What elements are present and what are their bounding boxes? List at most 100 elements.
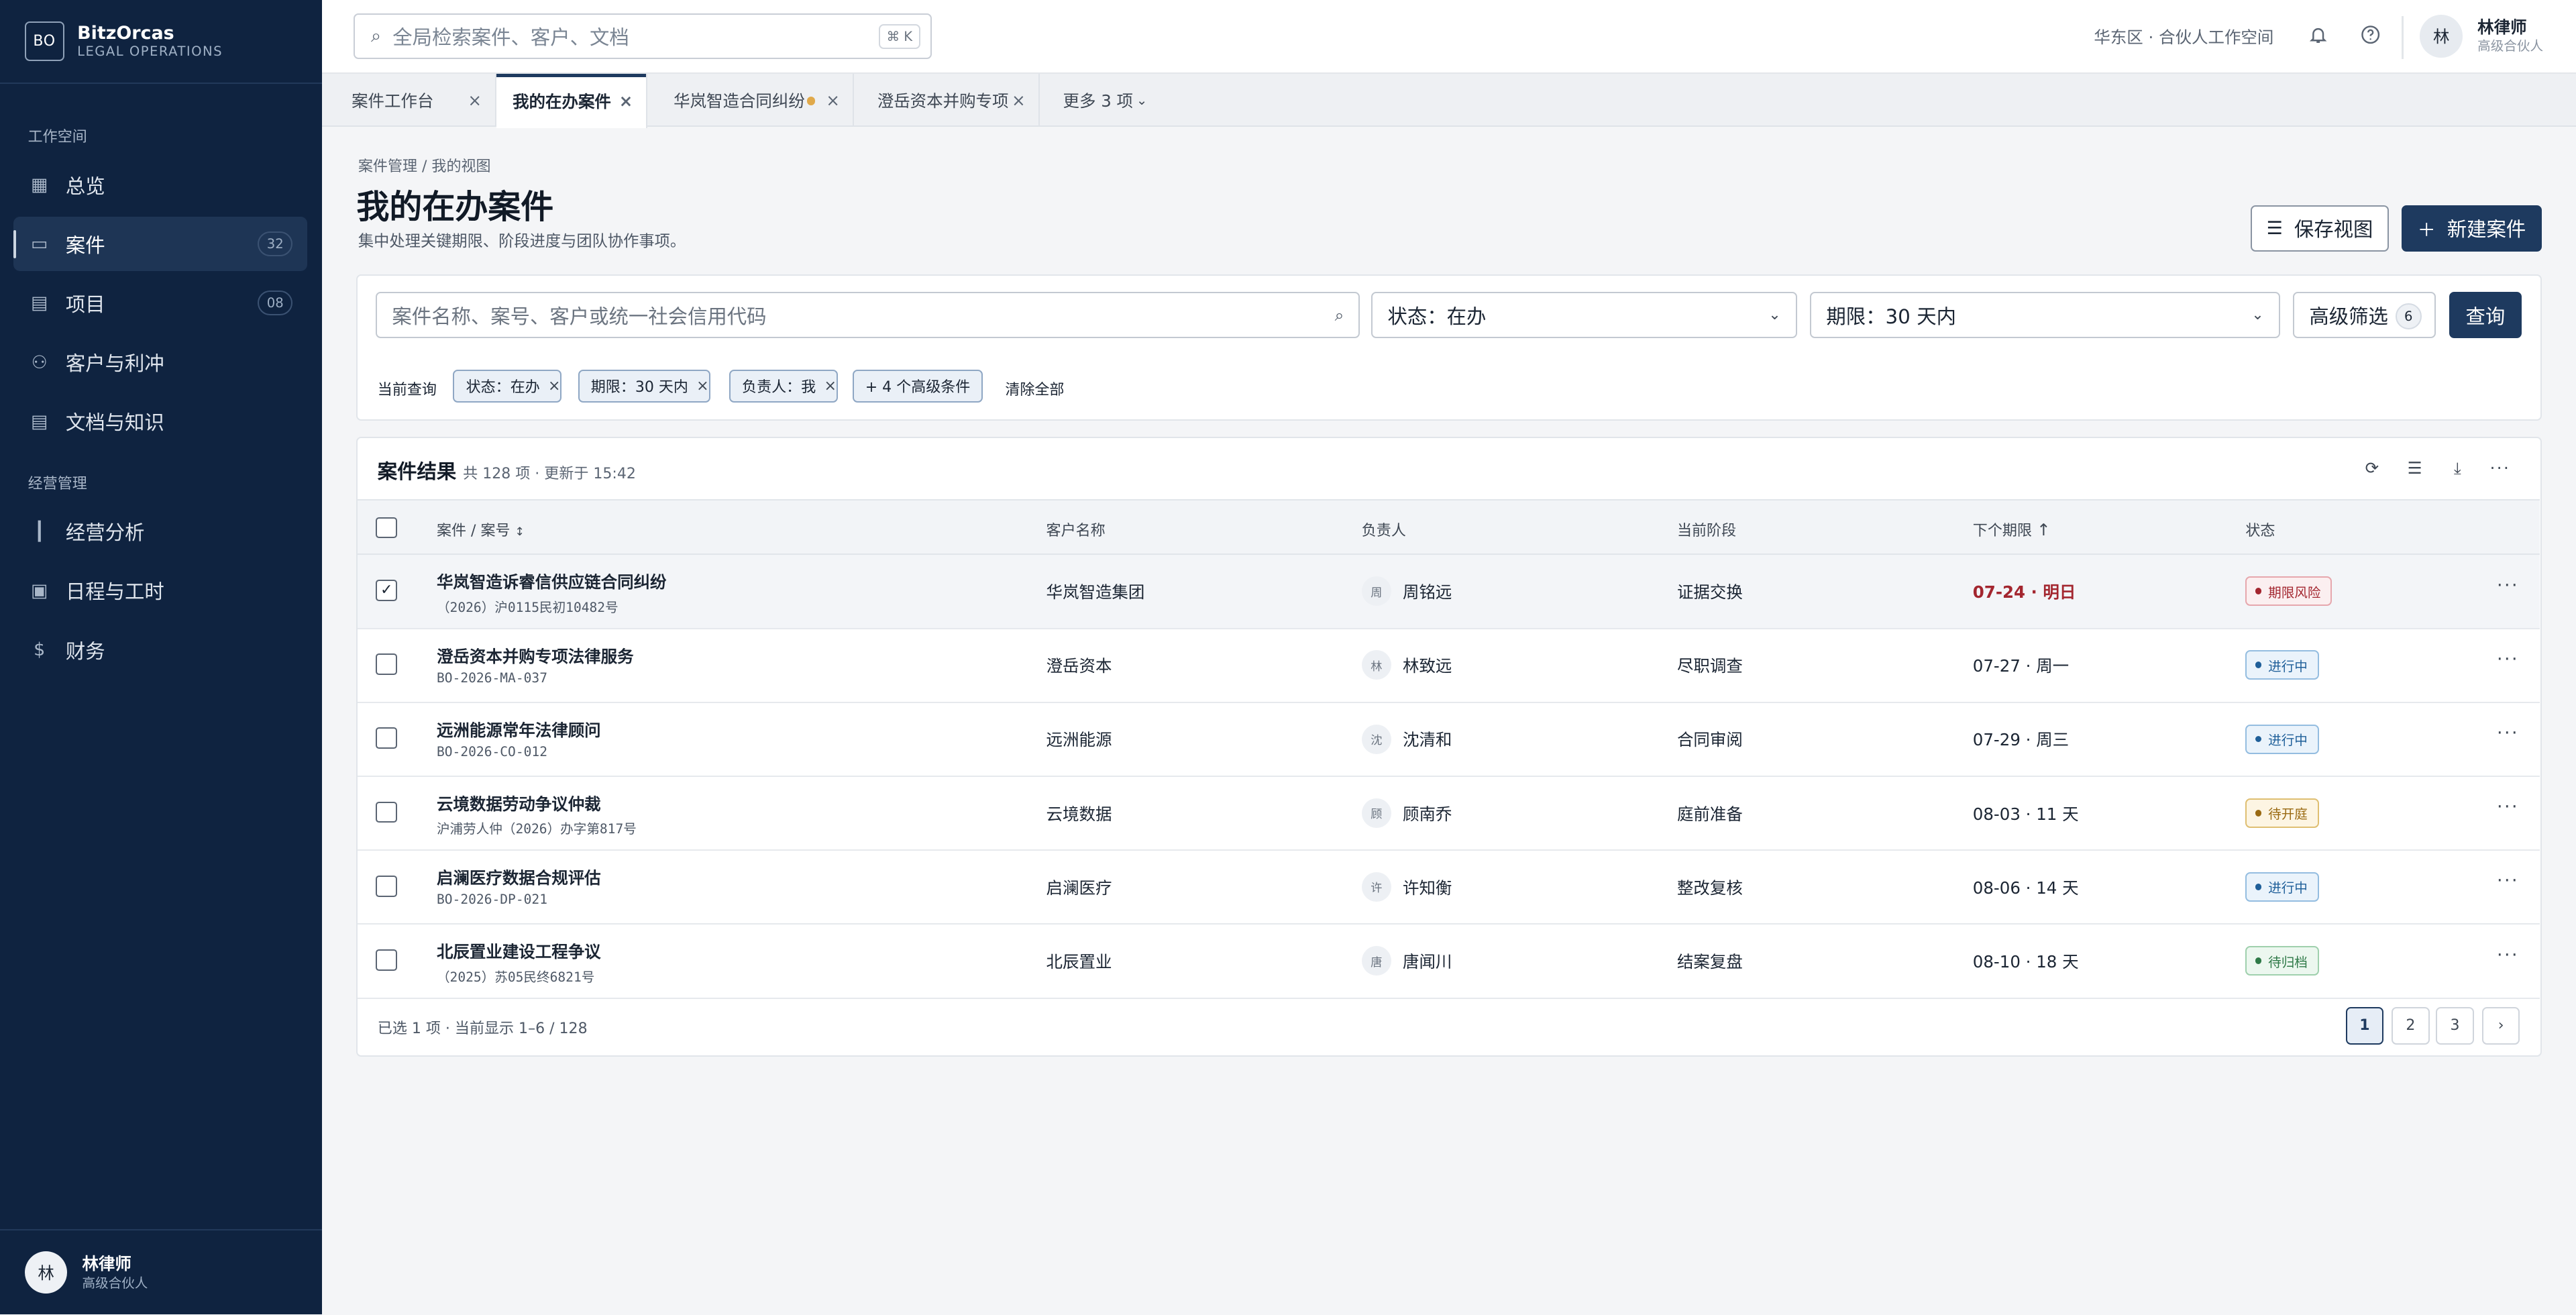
tab-case-workbench[interactable]: 案件工作台 × [322, 74, 496, 127]
brand-name: BitzOrcas [77, 22, 174, 44]
case-number: 沪浦劳人仲（2026）办字第817号 [436, 821, 637, 837]
select-all-checkbox[interactable] [376, 517, 398, 539]
close-icon[interactable]: × [826, 91, 840, 110]
owner-name: 唐闻川 [1402, 952, 1452, 972]
case-name[interactable]: 华岚智造诉睿信供应链合同纠纷 [437, 570, 667, 593]
table-row[interactable]: 启澜医疗数据合规评估 BO-2026-DP-021 启澜医疗 许许知衡 整改复核 08-0… [358, 851, 2540, 925]
refresh-icon[interactable]: ⟳ [2361, 456, 2383, 479]
sidebar-item-1-0[interactable]: ┃ 经营分析 [13, 505, 307, 559]
close-icon[interactable]: × [468, 91, 482, 110]
avatar: 林 [1361, 650, 1391, 680]
next-deadline: 07-27 · 周一 [1972, 656, 2070, 676]
status-label: 待归档 [2268, 954, 2308, 970]
tab-hualan-dispute[interactable]: 华岚智造合同纠纷 × [647, 74, 855, 127]
row-checkbox[interactable] [376, 727, 398, 749]
tab-more[interactable]: 更多 3 项 ⌄ [1040, 74, 1155, 126]
brand[interactable]: BO BitzOrcas LEGAL OPERATIONS [0, 0, 322, 84]
table-row[interactable]: 云境数据劳动争议仲裁 沪浦劳人仲（2026）办字第817号 云境数据 顾顾南乔 庭前准备… [358, 777, 2540, 851]
case-search-input[interactable]: 案件名称、案号、客户或统一社会信用代码 ⌕ [376, 292, 1360, 339]
table-row[interactable]: ✓ 华岚智造诉睿信供应链合同纠纷 （2026）沪0115民初10482号 华岚智造集团… [358, 555, 2540, 629]
query-button[interactable]: 查询 [2449, 292, 2522, 339]
sidebar-item-0-1[interactable]: ▭ 案件 32 [13, 217, 307, 272]
global-search-input[interactable]: ⌕ 全局检索案件、客户、文档 ⌘ K [353, 13, 932, 60]
column-case[interactable]: 案件 / 案号 ↕ [437, 519, 525, 540]
results-meta: 共 128 项 · 更新于 15:42 [463, 465, 636, 482]
case-name[interactable]: 远洲能源常年法律顾问 [437, 718, 601, 741]
next-page-icon[interactable]: › [2481, 1006, 2520, 1045]
unsaved-dot [806, 97, 816, 105]
sidebar: BO BitzOrcas LEGAL OPERATIONS 工作空间 ▦ 总览 ▭ 案件… [0, 0, 322, 1315]
new-case-button[interactable]: ＋ 新建案件 [2402, 205, 2542, 252]
column-client[interactable]: 客户名称 [1046, 519, 1106, 540]
status-label: 进行中 [2268, 658, 2308, 674]
bar-chart-icon: ┃ [34, 521, 45, 542]
tab-my-active-cases[interactable]: 我的在办案件 × [496, 74, 647, 129]
tab-chengyue-ma[interactable]: 澄岳资本并购专项 × [854, 74, 1040, 127]
status-dot [2255, 735, 2262, 743]
row-checkbox[interactable]: ✓ [376, 580, 398, 601]
sidebar-item-0-3[interactable]: ⚇ 客户与利冲 [13, 335, 307, 390]
case-name[interactable]: 启澜医疗数据合规评估 [437, 865, 601, 889]
owner-name: 林致远 [1402, 656, 1452, 676]
case-name[interactable]: 澄岳资本并购专项法律服务 [437, 644, 634, 668]
global-search-placeholder: 全局检索案件、客户、文档 [392, 25, 629, 49]
results-panel: 案件结果 共 128 项 · 更新于 15:42 ⟳ ☰ ⤓ ··· 案件 / … [356, 437, 2542, 1057]
client-name: 澄岳资本 [1046, 656, 1112, 676]
row-more-icon[interactable]: ··· [2497, 649, 2519, 670]
page-button-2[interactable]: 2 [2392, 1006, 2430, 1045]
calendar-icon: ▣ [31, 580, 48, 601]
column-owner[interactable]: 负责人 [1362, 519, 1406, 540]
row-checkbox[interactable] [376, 801, 398, 823]
row-more-icon[interactable]: ··· [2497, 945, 2519, 965]
close-icon[interactable]: × [696, 378, 708, 394]
row-checkbox[interactable] [376, 875, 398, 897]
deadline-select[interactable]: 期限：30 天内 ⌄ [1810, 292, 2280, 339]
download-icon[interactable]: ⤓ [2446, 456, 2469, 479]
page-button-3[interactable]: 3 [2436, 1006, 2474, 1045]
close-icon[interactable]: × [619, 91, 633, 111]
user-menu[interactable]: 林 林律师 高级合伙人 [2420, 15, 2543, 58]
page-button-1[interactable]: 1 [2345, 1006, 2384, 1045]
close-icon[interactable]: × [824, 378, 836, 394]
filter-chip-status[interactable]: 状态：在办 × [453, 369, 562, 403]
case-name[interactable]: 云境数据劳动争议仲裁 [437, 792, 601, 815]
help-icon[interactable] [2357, 21, 2383, 48]
row-checkbox[interactable] [376, 653, 398, 676]
sliders-icon[interactable]: ☰ [2403, 456, 2426, 479]
column-status[interactable]: 状态 [2245, 519, 2275, 540]
status-select[interactable]: 状态：在办 ⌄ [1371, 292, 1797, 339]
sidebar-item-0-2[interactable]: ▤ 项目 08 [13, 276, 307, 330]
row-more-icon[interactable]: ··· [2497, 723, 2519, 743]
filter-chip-advanced[interactable]: + 4 个高级条件 [852, 369, 983, 403]
filter-chip-owner[interactable]: 负责人：我 × [729, 369, 838, 403]
clear-all-link[interactable]: 清除全部 [1005, 378, 1064, 399]
case-name[interactable]: 北辰置业建设工程争议 [437, 939, 601, 963]
sidebar-item-1-1[interactable]: ▣ 日程与工时 [13, 564, 307, 618]
table-row[interactable]: 远洲能源常年法律顾问 BO-2026-CO-012 远洲能源 沈沈清和 合同审阅 07-2… [358, 703, 2540, 777]
column-stage[interactable]: 当前阶段 [1677, 519, 1736, 540]
row-more-icon[interactable]: ··· [2497, 575, 2519, 596]
close-icon[interactable]: × [548, 378, 560, 394]
row-checkbox[interactable] [376, 949, 398, 971]
case-number: BO-2026-DP-021 [436, 892, 547, 908]
table-row[interactable]: 北辰置业建设工程争议 （2025）苏05民终6821号 北辰置业 唐唐闻川 结案复盘 08… [358, 925, 2540, 999]
close-icon[interactable]: × [1012, 91, 1026, 110]
sidebar-item-0-0[interactable]: ▦ 总览 [13, 158, 307, 212]
save-view-button[interactable]: ☰ 保存视图 [2251, 205, 2389, 252]
currency-icon: $ [34, 639, 46, 661]
table-row[interactable]: 澄岳资本并购专项法律服务 BO-2026-MA-037 澄岳资本 林林致远 尽职调查 07… [358, 629, 2540, 703]
page-title: 我的在办案件 [356, 188, 554, 227]
sidebar-user[interactable]: 林 林律师 高级合伙人 [0, 1228, 322, 1314]
advanced-filter-button[interactable]: 高级筛选 6 [2293, 292, 2436, 339]
more-icon[interactable]: ··· [2489, 456, 2512, 479]
column-deadline[interactable]: 下个期限 ↑ [1973, 519, 2051, 540]
sidebar-item-0-4[interactable]: ▤ 文档与知识 [13, 394, 307, 449]
row-more-icon[interactable]: ··· [2497, 796, 2519, 817]
row-more-icon[interactable]: ··· [2497, 870, 2519, 891]
case-number: （2025）苏05民终6821号 [436, 969, 595, 985]
filter-chip-deadline[interactable]: 期限：30 天内 × [578, 369, 710, 403]
sidebar-item-1-2[interactable]: $ 财务 [13, 623, 307, 677]
brand-logo: BO [24, 21, 64, 61]
workspace-switcher[interactable]: 华东区 · 合伙人工作空间 [2094, 25, 2273, 48]
bell-icon[interactable] [2305, 21, 2331, 48]
